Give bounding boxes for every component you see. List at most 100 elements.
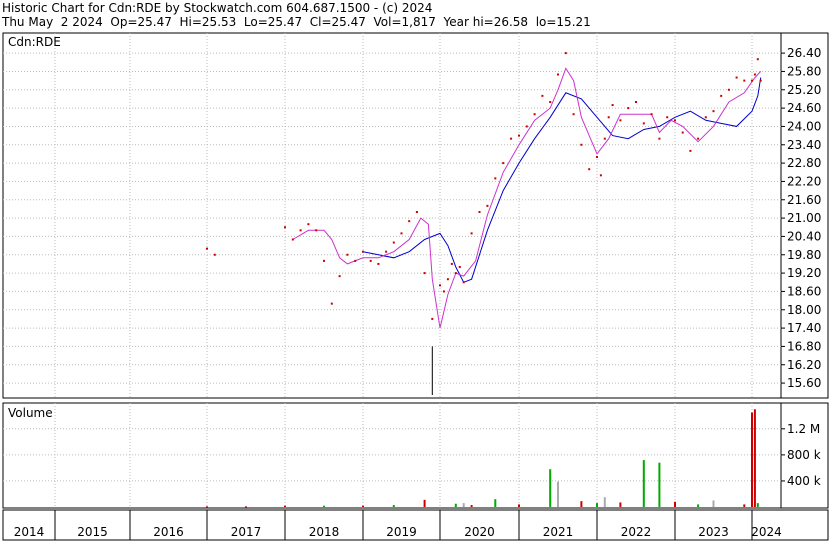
- volume-bar: [323, 505, 325, 507]
- price-point: [458, 265, 461, 268]
- price-tick-label: 25.80: [787, 64, 821, 78]
- price-point: [392, 241, 395, 244]
- volume-bar: [423, 499, 426, 507]
- price-point: [385, 250, 388, 253]
- price-tick-label: 15.60: [787, 376, 821, 390]
- price-point: [323, 259, 325, 262]
- price-point: [666, 116, 669, 119]
- price-panel-frame: [2, 32, 829, 399]
- price-point: [607, 116, 610, 119]
- volume-bar: [518, 504, 520, 507]
- volume-bar: [470, 505, 473, 507]
- price-point: [338, 275, 341, 278]
- price-point: [330, 302, 333, 305]
- volume-tick-label: 400 k: [787, 474, 821, 488]
- price-point: [743, 79, 746, 82]
- price-tick-label: 22.20: [787, 174, 821, 188]
- price-point: [564, 52, 567, 55]
- year-label: 2014: [14, 525, 45, 539]
- price-tick-label: 21.00: [787, 211, 821, 225]
- year-label: 2015: [77, 525, 108, 539]
- price-point: [307, 223, 310, 226]
- price-point: [541, 94, 544, 97]
- volume-bar: [392, 505, 395, 507]
- price-tick-label: 18.60: [787, 284, 821, 298]
- volume-bar: [619, 502, 622, 507]
- price-point: [533, 113, 536, 116]
- price-tick-label: 18.00: [787, 303, 821, 317]
- price-point: [206, 247, 208, 250]
- price-point: [681, 131, 684, 134]
- year-label: 2019: [386, 525, 417, 539]
- volume-bar: [362, 505, 364, 507]
- volume-bar: [674, 501, 676, 507]
- price-tick-label: 19.20: [787, 266, 821, 280]
- price-tick-label: 19.80: [787, 248, 821, 262]
- price-tick-label: 25.20: [787, 83, 821, 97]
- price-tick-label: 22.80: [787, 156, 821, 170]
- price-point: [213, 253, 216, 256]
- price-point: [442, 290, 445, 293]
- price-point: [635, 100, 637, 103]
- price-point: [658, 137, 661, 140]
- price-point: [759, 79, 762, 82]
- price-point: [450, 262, 453, 265]
- volume-bar: [753, 409, 756, 507]
- price-point: [674, 119, 676, 122]
- price-point: [408, 220, 411, 223]
- volume-label: Volume: [8, 406, 53, 420]
- price-tick-label: 20.40: [787, 229, 821, 243]
- year-label: 2024: [751, 525, 782, 539]
- volume-bar: [284, 505, 286, 507]
- price-tick-label: 17.40: [787, 321, 821, 335]
- price-point: [518, 134, 520, 137]
- symbol-label: Cdn:RDE: [8, 35, 61, 49]
- price-point: [599, 174, 602, 177]
- year-label: 2022: [621, 525, 652, 539]
- price-point: [423, 272, 426, 275]
- year-label: 2023: [698, 525, 729, 539]
- price-point: [712, 110, 715, 113]
- price-point: [478, 210, 481, 213]
- volume-bar: [206, 506, 208, 508]
- volume-bar: [642, 460, 645, 507]
- price-point: [439, 284, 441, 287]
- price-tick-label: 16.20: [787, 358, 821, 372]
- year-label: 2016: [153, 525, 184, 539]
- volume-tick-label: 800 k: [787, 448, 821, 462]
- price-tick-label: 21.60: [787, 193, 821, 207]
- price-point: [557, 73, 559, 76]
- price-point: [642, 122, 645, 125]
- price-point: [580, 143, 583, 146]
- volume-bar: [557, 481, 559, 507]
- price-point: [525, 125, 528, 128]
- volume-bar: [743, 504, 746, 507]
- price-tick-label: 16.80: [787, 339, 821, 353]
- price-point: [689, 149, 692, 152]
- price-point: [377, 262, 380, 265]
- price-point: [735, 76, 738, 79]
- price-point: [415, 210, 418, 213]
- price-point: [446, 278, 449, 281]
- price-point: [486, 204, 489, 207]
- price-tick-label: 24.60: [787, 101, 821, 115]
- volume-bar: [245, 506, 247, 508]
- price-point: [619, 119, 622, 122]
- volume-bar: [549, 469, 552, 507]
- price-point: [284, 226, 286, 229]
- price-point: [299, 229, 302, 232]
- price-point: [603, 137, 606, 140]
- volume-bar: [756, 503, 759, 507]
- price-point: [596, 155, 598, 158]
- volume-bar: [494, 499, 497, 507]
- price-point: [470, 232, 473, 235]
- year-label: 2018: [309, 525, 340, 539]
- price-point: [400, 232, 403, 235]
- volume-tick-label: 1.2 M: [787, 422, 820, 436]
- stock-chart: 2014 2015 2016 2017 2018 2019 2020 2021 2022 2023…: [2, 32, 829, 541]
- price-tick-label: 24.00: [787, 119, 821, 133]
- volume-bar: [751, 412, 753, 507]
- price-point: [611, 104, 614, 107]
- price-point: [627, 107, 630, 110]
- price-point: [727, 88, 730, 91]
